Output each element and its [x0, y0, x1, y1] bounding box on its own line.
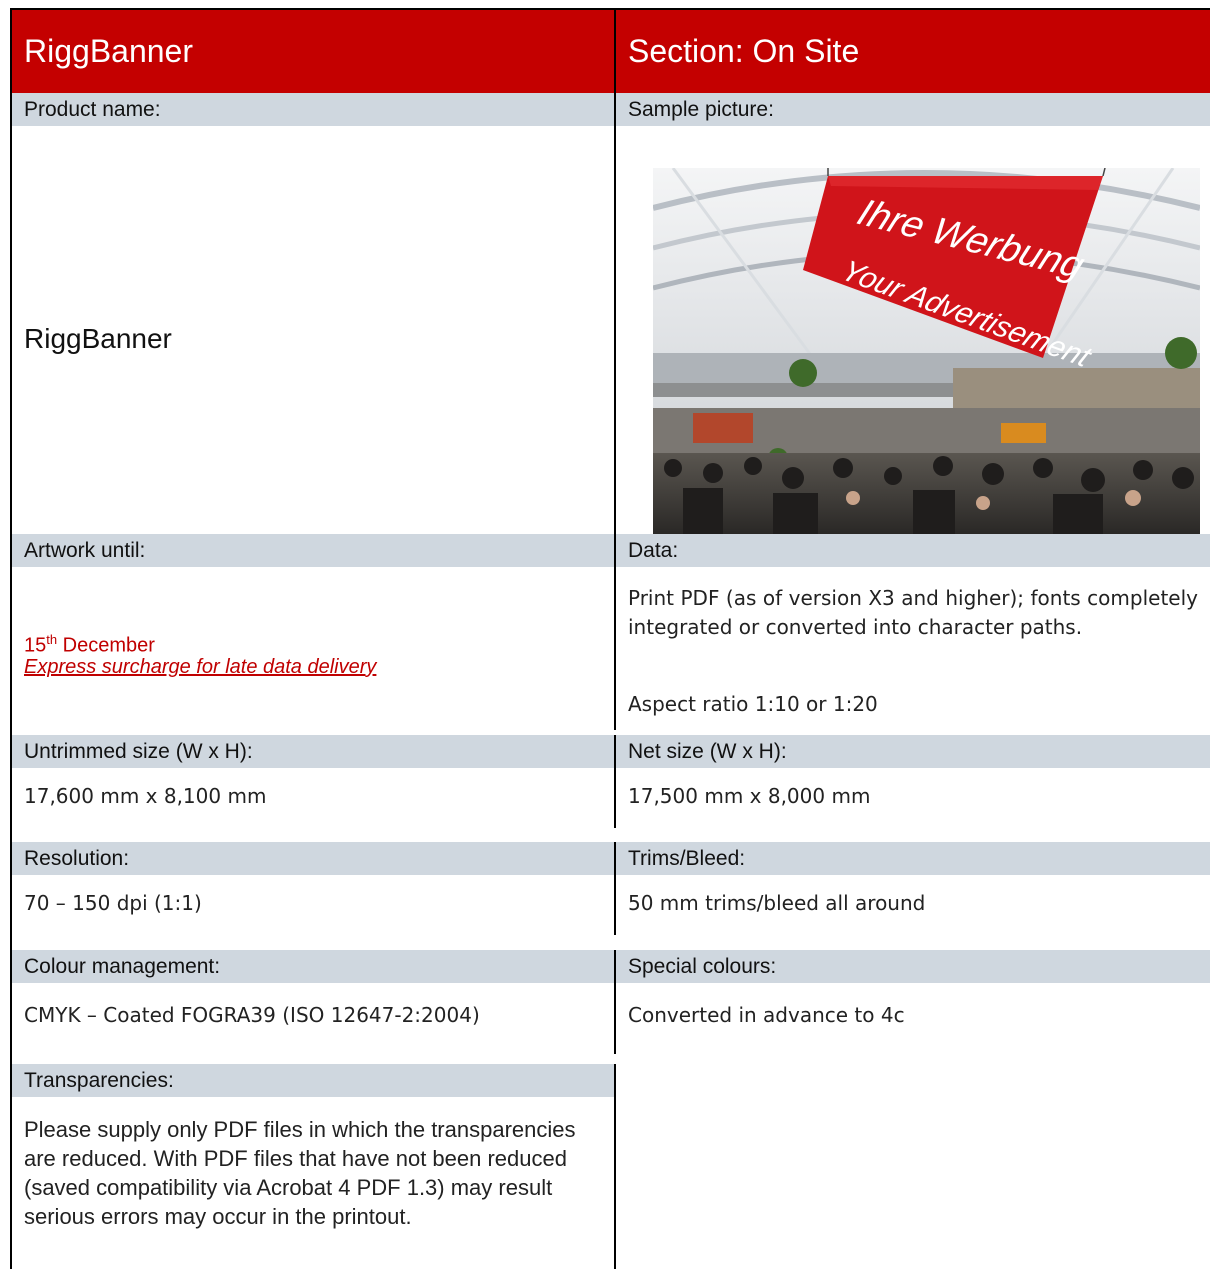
resolution-value: 70 – 150 dpi (1:1)	[24, 891, 202, 915]
title-bar: RiggBanner Section: On Site	[12, 8, 1210, 93]
product-title: RiggBanner	[24, 33, 193, 69]
resolution-cell: Resolution: 70 – 150 dpi (1:1)	[12, 842, 614, 935]
artwork-row: Artwork until: 15th December Express sur…	[12, 534, 1210, 730]
artwork-date-suffix: th	[46, 632, 58, 647]
data-aspect-ratio: Aspect ratio 1:10 or 1:20	[628, 692, 878, 716]
colour-management-value: CMYK – Coated FOGRA39 (ISO 12647-2:2004)	[24, 1003, 480, 1027]
trims-bleed-label: Trims/Bleed:	[616, 842, 1210, 875]
transparencies-cell: Transparencies: Please supply only PDF f…	[12, 1064, 614, 1269]
data-description: Print PDF (as of version X3 and higher);…	[628, 586, 1198, 639]
size-row: Untrimmed size (W x H): 17,600 mm x 8,10…	[12, 735, 1210, 828]
colour-management-label: Colour management:	[12, 950, 614, 983]
empty-cell	[614, 1064, 1210, 1269]
special-colours-label: Special colours:	[616, 950, 1210, 983]
colour-cell: Colour management: CMYK – Coated FOGRA39…	[12, 950, 614, 1054]
net-cell: Net size (W x H): 17,500 mm x 8,000 mm	[614, 735, 1210, 828]
artwork-cell: Artwork until: 15th December Express sur…	[12, 534, 614, 730]
transparencies-row: Transparencies: Please supply only PDF f…	[12, 1064, 1210, 1269]
untrimmed-cell: Untrimmed size (W x H): 17,600 mm x 8,10…	[12, 735, 614, 828]
sample-picture-label: Sample picture:	[616, 93, 1210, 126]
transparencies-label: Transparencies:	[12, 1064, 614, 1097]
transparencies-value: Please supply only PDF files in which th…	[24, 1117, 576, 1229]
express-surcharge-link[interactable]: Express surcharge for late data delivery	[24, 654, 602, 681]
spec-sheet: RiggBanner Section: On Site Product name…	[10, 8, 1210, 1269]
untrimmed-size-label: Untrimmed size (W x H):	[12, 735, 614, 768]
product-name-value: RiggBanner	[24, 323, 172, 354]
data-cell: Data: Print PDF (as of version X3 and hi…	[614, 534, 1210, 730]
colour-row: Colour management: CMYK – Coated FOGRA39…	[12, 950, 1210, 1054]
resolution-label: Resolution:	[12, 842, 614, 875]
artwork-until-label: Artwork until:	[12, 534, 614, 567]
resolution-row: Resolution: 70 – 150 dpi (1:1) Trims/Ble…	[12, 842, 1210, 935]
trims-bleed-value: 50 mm trims/bleed all around	[628, 891, 926, 915]
product-cell: Product name: RiggBanner	[12, 93, 614, 534]
special-colours-value: Converted in advance to 4c	[628, 1003, 905, 1027]
special-colours-cell: Special colours: Converted in advance to…	[614, 950, 1210, 1054]
net-size-label: Net size (W x H):	[616, 735, 1210, 768]
trims-cell: Trims/Bleed: 50 mm trims/bleed all aroun…	[614, 842, 1210, 935]
product-name-label: Product name:	[12, 93, 614, 126]
sample-cell: Sample picture: Ihre Werbung Your Advert…	[614, 93, 1210, 534]
untrimmed-size-value: 17,600 mm x 8,100 mm	[24, 784, 267, 808]
product-row: Product name: RiggBanner Sample picture:	[12, 93, 1210, 534]
net-size-value: 17,500 mm x 8,000 mm	[628, 784, 871, 808]
sample-picture: Ihre Werbung Your Advertisement	[653, 168, 1200, 534]
data-label: Data:	[616, 534, 1210, 567]
section-title: Section: On Site	[614, 10, 1210, 93]
